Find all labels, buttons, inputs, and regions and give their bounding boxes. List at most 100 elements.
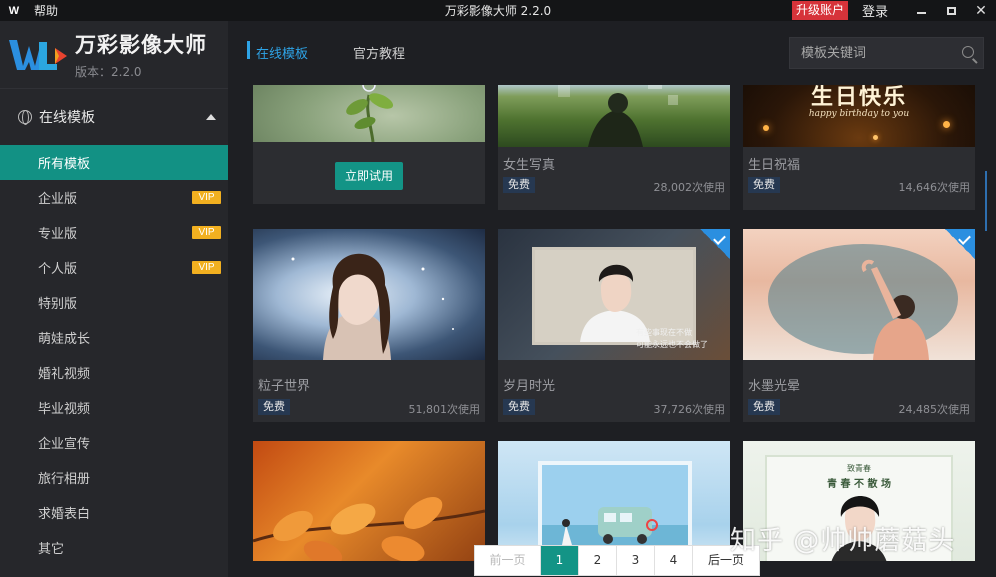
selected-check-icon (700, 229, 730, 259)
template-card[interactable]: 生日快乐 happy birthday to you 生日祝福 免费 14,64… (743, 85, 975, 210)
thumb-subtitle-text: happy birthday to you (808, 109, 910, 119)
template-title: 粒子世界 (258, 379, 311, 394)
close-icon: ✕ (975, 2, 987, 19)
usage-count: 14,646次使用 (898, 181, 971, 194)
brand-version: 版本：2.2.0 (75, 65, 142, 79)
sidebar-item-proposal[interactable]: 求婚表白 (0, 495, 228, 530)
brand-logo-icon (9, 39, 67, 70)
page-button-4[interactable]: 4 (655, 546, 693, 575)
brand-header: 万彩影像大师 版本：2.2.0 (0, 21, 228, 89)
template-thumbnail (253, 229, 485, 360)
main-panel: 立即试用 女生写真 免费 28,002次使用 生日快乐 happy birthd… (228, 21, 996, 577)
sidebar-item-label: 旅行相册 (38, 472, 91, 487)
search-icon[interactable] (962, 46, 974, 58)
vip-badge: VIP (192, 261, 221, 274)
template-thumbnail (743, 229, 975, 360)
sidebar-item-travel[interactable]: 旅行相册 (0, 460, 228, 495)
scrollbar-thumb[interactable] (985, 171, 987, 231)
online-templates-section-header[interactable]: 在线模板 (0, 89, 228, 145)
sidebar-item-label: 企业宣传 (38, 437, 91, 452)
template-card[interactable]: 粒子世界 免费 51,801次使用 (253, 229, 485, 422)
app-window: W 帮助 万彩影像大师 2.2.0 升级账户 登录 ✕ 万彩影像大师 版本：2.… (0, 0, 996, 577)
tab-online-templates[interactable]: 在线模板 (246, 41, 308, 62)
usage-count: 51,801次使用 (408, 403, 481, 416)
template-title: 生日祝福 (748, 158, 801, 173)
sidebar-item-label: 求婚表白 (38, 507, 91, 522)
sidebar-item-baby-growth[interactable]: 萌娃成长 (0, 320, 228, 355)
sidebar-item-wedding[interactable]: 婚礼视频 (0, 355, 228, 390)
plant-sprout-image (346, 85, 394, 142)
prev-page-button[interactable]: 前一页 (475, 546, 541, 575)
portrait-woman-image (291, 253, 454, 360)
minimize-button[interactable] (906, 0, 936, 21)
sidebar-item-label: 个人版 (38, 262, 78, 277)
sidebar-item-label: 专业版 (38, 227, 78, 242)
template-thumbnail: 生日快乐 happy birthday to you (743, 85, 975, 147)
sidebar-item-enterprise[interactable]: 企业版 VIP (0, 180, 228, 215)
top-tabs-bar: 在线模板 官方教程 (228, 21, 996, 85)
template-card[interactable]: 女生写真 免费 28,002次使用 (498, 85, 730, 210)
usage-count: 24,485次使用 (898, 403, 971, 416)
sidebar-item-special[interactable]: 特别版 (0, 285, 228, 320)
template-card[interactable]: 有些事现在不做 可能永远也不会做了 岁月时光 免费 37,726次使用 (498, 229, 730, 422)
girl-in-field-image (558, 85, 678, 147)
thumb-title-text: 生日快乐 (810, 85, 907, 110)
usage-count: 37,726次使用 (653, 403, 726, 416)
sidebar-item-personal[interactable]: 个人版 VIP (0, 250, 228, 285)
brand-name: 万彩影像大师 (75, 33, 207, 57)
sidebar-item-label: 所有模板 (38, 157, 91, 172)
sidebar-item-other[interactable]: 其它 (0, 530, 228, 565)
try-now-button[interactable]: 立即试用 (335, 162, 403, 190)
template-title: 水墨光晕 (748, 379, 801, 394)
sidebar-item-label: 萌娃成长 (38, 332, 91, 347)
template-title: 岁月时光 (503, 379, 556, 394)
template-thumbnail (253, 441, 485, 561)
template-card[interactable] (498, 441, 730, 561)
template-card[interactable]: 水墨光晕 免费 24,485次使用 (743, 229, 975, 422)
free-badge: 免费 (503, 399, 535, 415)
page-button-3[interactable]: 3 (617, 546, 655, 575)
tab-official-tutorials[interactable]: 官方教程 (353, 43, 405, 62)
page-button-1[interactable]: 1 (541, 546, 579, 575)
collapse-caret-icon[interactable] (206, 114, 216, 120)
help-menu[interactable]: 帮助 (34, 2, 58, 19)
close-button[interactable]: ✕ (966, 0, 996, 21)
maximize-button[interactable] (936, 0, 966, 21)
maximize-icon (946, 6, 956, 15)
minimize-icon (916, 11, 926, 14)
sidebar-item-label: 其它 (38, 542, 65, 557)
sidebar-item-label: 婚礼视频 (38, 367, 91, 382)
sidebar-item-label: 企业版 (38, 192, 78, 207)
vip-badge: VIP (192, 226, 221, 239)
vip-badge: VIP (192, 191, 221, 204)
template-thumbnail (498, 441, 730, 561)
sidebar-item-label: 毕业视频 (38, 402, 91, 417)
usage-count: 28,002次使用 (653, 181, 726, 194)
sidebar: 万彩影像大师 版本：2.2.0 在线模板 所有模板 企业版 VIP 专业版 VIP … (0, 21, 228, 577)
template-thumbnail (498, 85, 730, 147)
template-card[interactable]: 立即试用 (253, 85, 485, 204)
section-label: 在线模板 (39, 110, 95, 126)
login-button[interactable]: 登录 (862, 1, 888, 20)
sidebar-item-all-templates[interactable]: 所有模板 (0, 145, 228, 180)
search-box (789, 37, 984, 69)
search-input[interactable] (790, 38, 940, 68)
sidebar-item-corporate[interactable]: 企业宣传 (0, 425, 228, 460)
sidebar-item-graduation[interactable]: 毕业视频 (0, 390, 228, 425)
upgrade-account-button[interactable]: 升级账户 (791, 1, 848, 20)
template-grid: 立即试用 女生写真 免费 28,002次使用 生日快乐 happy birthd… (253, 85, 976, 561)
template-card[interactable] (253, 441, 485, 561)
thumb-quote-line1: 有些事现在不做 (636, 328, 692, 337)
watermark-text: 知乎 @帅帅蘑菇头 (730, 526, 956, 556)
globe-icon (18, 110, 32, 125)
sidebar-item-professional[interactable]: 专业版 VIP (0, 215, 228, 250)
template-thumbnail (253, 85, 485, 142)
autumn-leaves-image (253, 497, 485, 561)
title-bar: W 帮助 万彩影像大师 2.2.0 升级账户 登录 ✕ (0, 0, 996, 21)
free-badge: 免费 (748, 399, 780, 415)
free-badge: 免费 (258, 399, 290, 415)
pagination: 前一页 1 2 3 4 后一页 (474, 545, 760, 576)
thumb-quote-line2: 可能永远也不会做了 (636, 340, 708, 349)
page-button-2[interactable]: 2 (579, 546, 617, 575)
template-title: 女生写真 (503, 158, 556, 173)
